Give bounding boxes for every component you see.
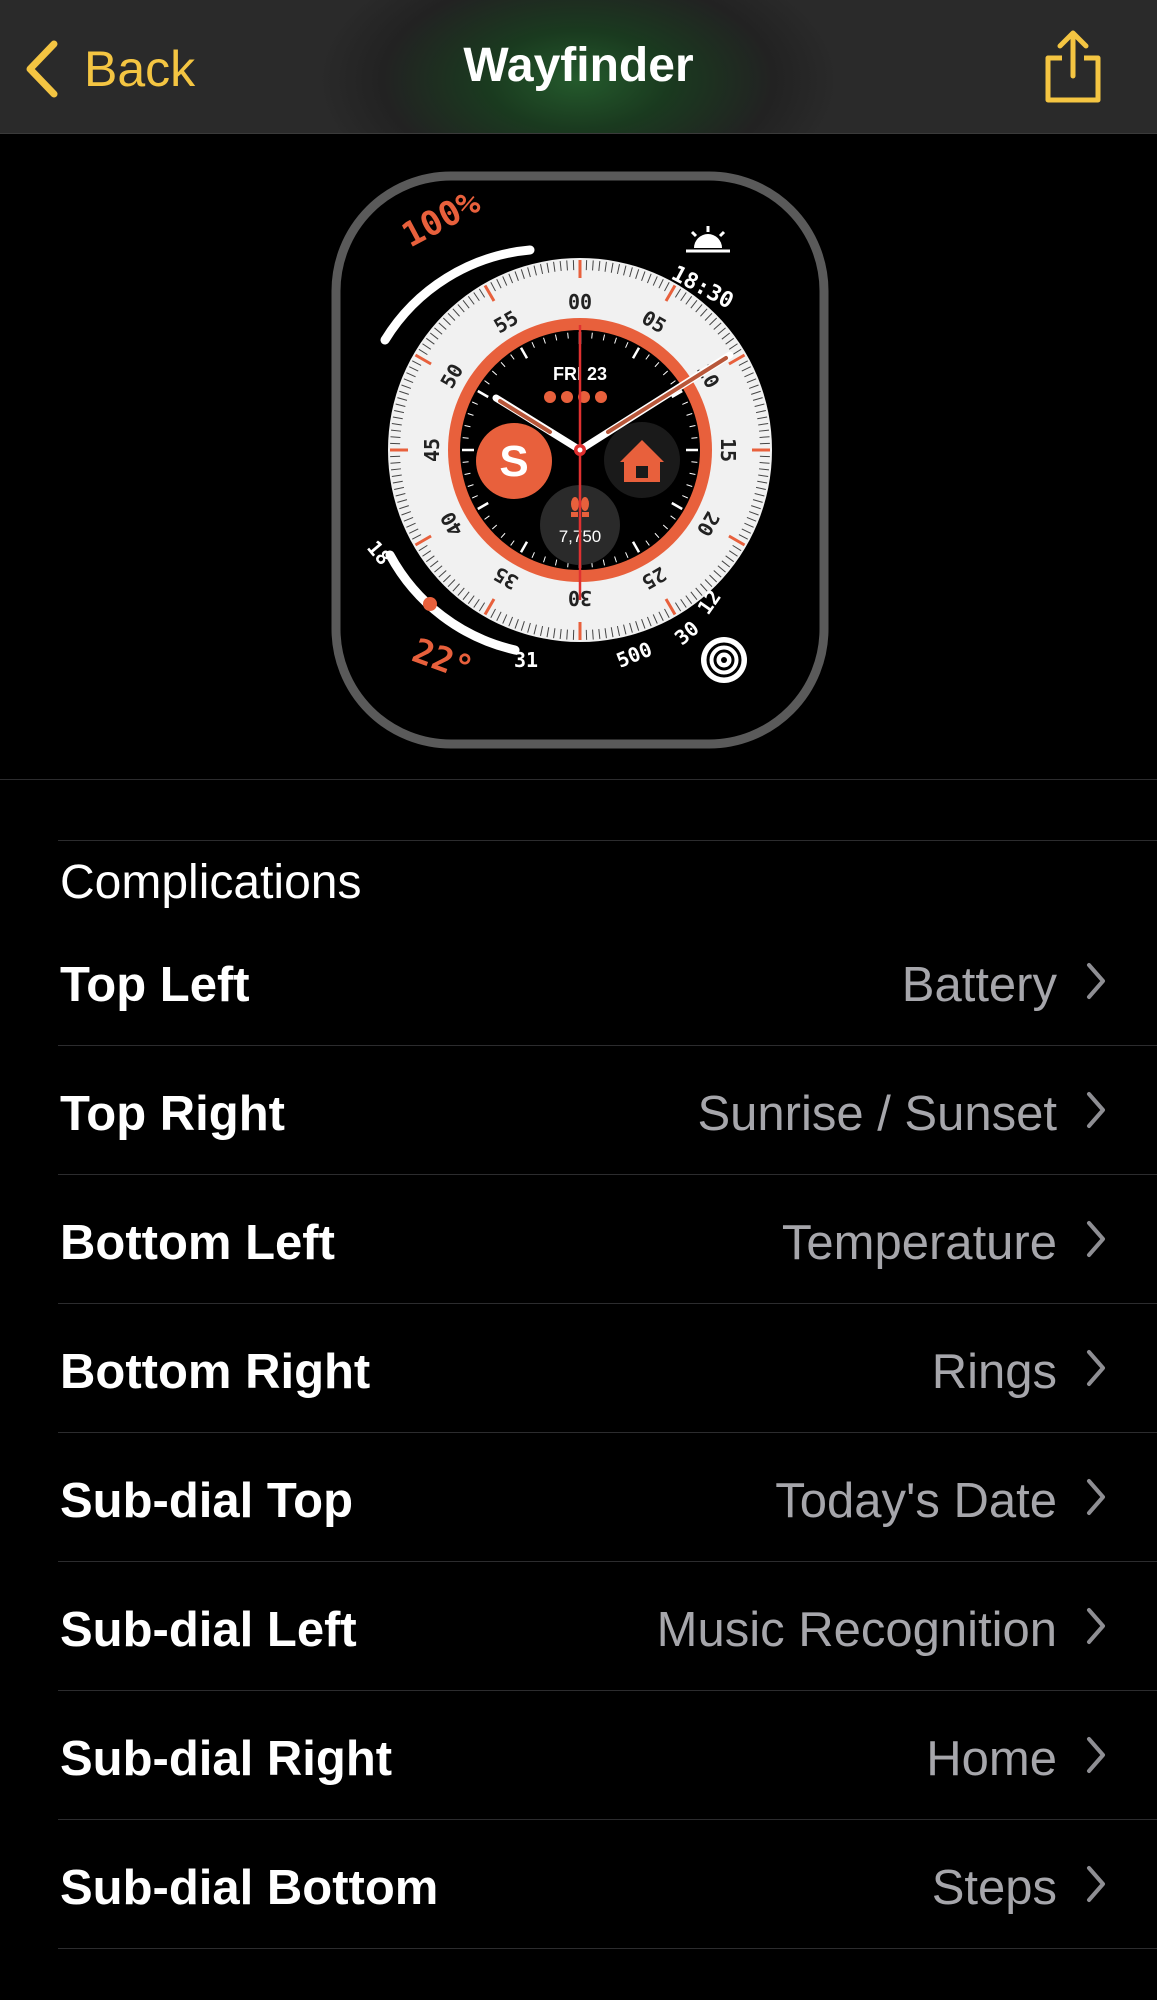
section-divider xyxy=(58,840,1157,841)
complication-value: Sunrise / Sunset xyxy=(697,1087,1057,1141)
complication-row-top-left[interactable]: Top Left Battery xyxy=(0,917,1157,1046)
activity-rings-icon xyxy=(701,637,747,683)
chevron-right-icon xyxy=(1087,1608,1105,1644)
complication-value: Today's Date xyxy=(775,1474,1057,1528)
complication-value: Temperature xyxy=(781,1216,1057,1270)
chevron-right-icon xyxy=(1087,1092,1105,1128)
chevron-right-icon xyxy=(1087,1221,1105,1257)
complication-row-sub-dial-right[interactable]: Sub-dial Right Home xyxy=(0,1691,1157,1820)
watch-face-preview-area: 00 05 10 15 20 25 30 35 40 45 50 55 100% 18:30 18 3… xyxy=(0,134,1157,780)
compass-label: 00 xyxy=(568,290,592,314)
compass-label: 15 xyxy=(716,438,740,462)
complications-header: Complications xyxy=(60,856,362,909)
chevron-right-icon xyxy=(1087,1350,1105,1386)
chevron-right-icon xyxy=(1087,1866,1105,1902)
chevron-right-icon xyxy=(1087,1479,1105,1515)
svg-text:S: S xyxy=(499,437,528,486)
complication-label: Sub-dial Left xyxy=(60,1603,357,1657)
chevron-right-icon xyxy=(1087,1737,1105,1773)
temperature-high: 31 xyxy=(514,648,538,672)
complication-label: Sub-dial Top xyxy=(60,1474,354,1528)
complication-value: Steps xyxy=(931,1861,1057,1915)
complication-value: Battery xyxy=(901,958,1057,1012)
complication-row-bottom-left[interactable]: Bottom Left Temperature xyxy=(0,1175,1157,1304)
compass-label: 45 xyxy=(420,438,444,462)
temperature-marker xyxy=(423,597,437,611)
complication-row-top-right[interactable]: Top Right Sunrise / Sunset xyxy=(0,1046,1157,1175)
chevron-right-icon xyxy=(1087,963,1105,999)
complication-label: Sub-dial Bottom xyxy=(60,1861,439,1915)
complication-label: Bottom Left xyxy=(60,1216,335,1270)
complication-row-sub-dial-left[interactable]: Sub-dial Left Music Recognition xyxy=(0,1562,1157,1691)
complication-value: Home xyxy=(926,1732,1057,1786)
complication-label: Bottom Right xyxy=(60,1345,371,1399)
complication-row-sub-dial-bottom[interactable]: Sub-dial Bottom Steps xyxy=(0,1820,1157,1949)
complication-row-sub-dial-top[interactable]: Sub-dial Top Today's Date xyxy=(0,1433,1157,1562)
navigation-bar: Back Wayfinder xyxy=(0,0,1157,134)
complication-row-bottom-right[interactable]: Bottom Right Rings xyxy=(0,1304,1157,1433)
row-separator xyxy=(58,1948,1157,1949)
watch-face-preview[interactable]: 000510152025303540455055 100% 18:30 18 3… xyxy=(330,170,830,750)
share-icon[interactable] xyxy=(1040,28,1106,106)
complication-label: Top Left xyxy=(60,958,250,1012)
complication-value: Music Recognition xyxy=(656,1603,1057,1657)
page-title: Wayfinder xyxy=(463,39,694,92)
complication-label: Sub-dial Right xyxy=(60,1732,393,1786)
complication-value: Rings xyxy=(931,1345,1057,1399)
complication-label: Top Right xyxy=(60,1087,285,1141)
